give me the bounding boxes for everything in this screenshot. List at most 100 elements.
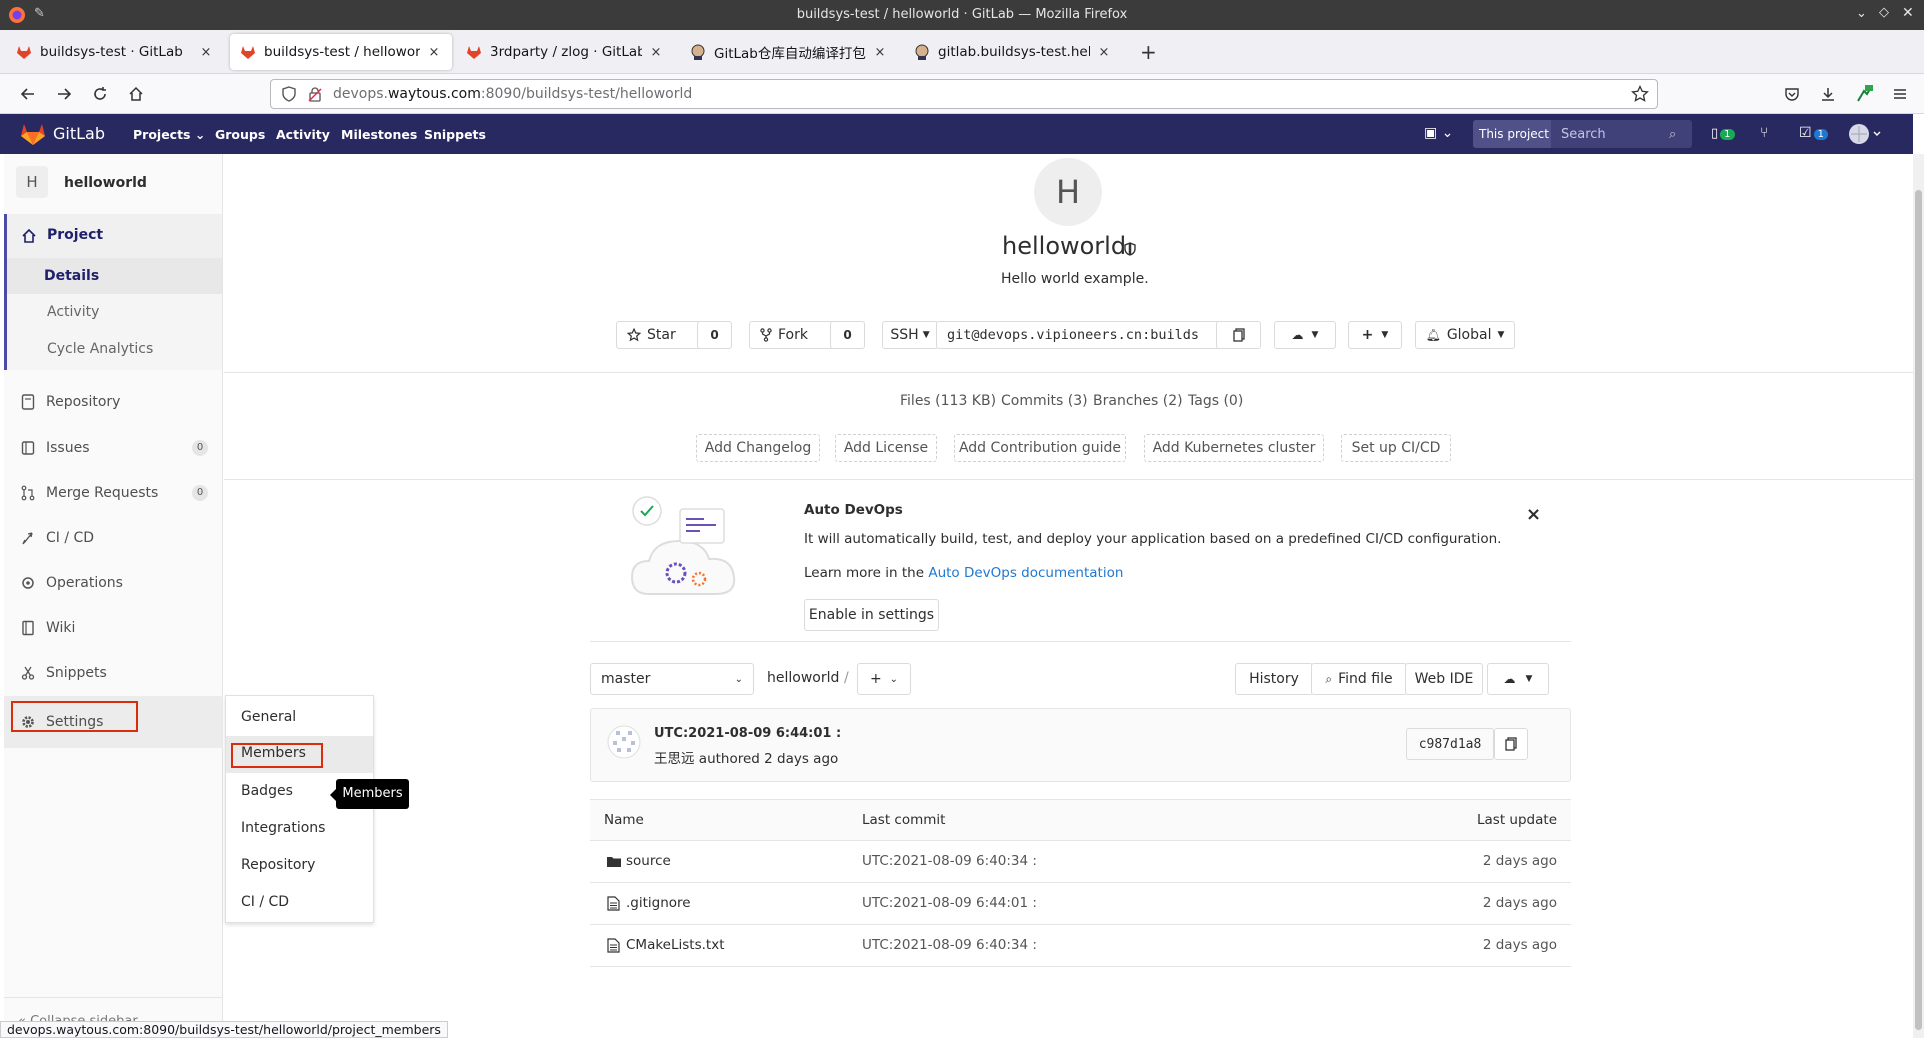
stat-tags[interactable]: Tags (0) [1188, 393, 1243, 409]
add-dropdown[interactable]: + ▼ [1348, 321, 1402, 349]
enable-in-settings-button[interactable]: Enable in settings [804, 599, 939, 631]
nav-activity[interactable]: Activity [276, 127, 330, 142]
star-count[interactable]: 0 [697, 321, 732, 349]
table-row[interactable]: CMakeLists.txt UTC:2021-08-09 6:40:34 : … [590, 925, 1571, 967]
search-box[interactable]: This project Search ⌕ [1473, 120, 1692, 148]
tab-close-icon[interactable]: × [198, 45, 214, 60]
tab-close-icon[interactable]: × [426, 45, 442, 60]
copy-sha-button[interactable] [1494, 728, 1528, 760]
tab-jenkins[interactable]: GitLab仓库自动编译打包 [Je × [680, 34, 898, 70]
merge-requests-icon[interactable]: ⑂ [1760, 125, 1768, 141]
maximize-icon[interactable]: ◇ [1879, 5, 1889, 20]
sidebar-item-project[interactable]: Project [4, 214, 222, 258]
issues-icon[interactable]: ▯ 1 [1711, 126, 1735, 141]
find-file-button[interactable]: ⌕ Find file [1311, 663, 1407, 695]
tab-zlog[interactable]: 3rdparty / zlog · GitLab × [456, 34, 674, 70]
add-license-button[interactable]: Add License [835, 434, 937, 462]
download-dropdown[interactable]: ☁ ▼ [1274, 321, 1336, 349]
file-name[interactable]: source [626, 853, 671, 869]
tab-buildsys-test[interactable]: buildsys-test · GitLab × [6, 34, 224, 70]
sidebar-item-issues[interactable]: Issues 0 [4, 428, 222, 468]
autodevops-docs-link[interactable]: Auto DevOps documentation [928, 565, 1123, 581]
sidebar-project-name[interactable]: helloworld [64, 175, 147, 191]
clone-url-input[interactable]: git@devops.vipioneers.cn:builds [936, 321, 1241, 349]
todos-icon[interactable]: ☑ 1 [1799, 125, 1828, 141]
file-name[interactable]: CMakeLists.txt [626, 937, 725, 953]
commit-title[interactable]: UTC:2021-08-09 6:44:01 : [654, 726, 841, 741]
tab-bar: buildsys-test · GitLab × buildsys-test /… [0, 30, 1924, 74]
tab-helloworld[interactable]: buildsys-test / helloworld · × [230, 34, 452, 70]
sidebar-item-ci-cd[interactable]: CI / CD [4, 518, 222, 558]
extension-icon[interactable] [1850, 80, 1878, 108]
page-scrollbar-thumb[interactable] [1915, 190, 1922, 1030]
pocket-icon[interactable] [1778, 80, 1806, 108]
sidebar-item-repository[interactable]: Repository [4, 382, 222, 422]
sidebar-item-operations[interactable]: Operations [4, 563, 222, 603]
add-to-tree-dropdown[interactable]: + ⌄ [857, 663, 911, 695]
new-tab-button[interactable]: + [1140, 40, 1157, 64]
sidebar-item-snippets[interactable]: Snippets [4, 653, 222, 693]
sidebar-item-activity[interactable]: Activity [47, 304, 99, 320]
notification-dropdown[interactable]: 🔔︎ Global ▼ [1415, 321, 1515, 349]
tab-close-icon[interactable]: × [1096, 45, 1112, 60]
downloads-icon[interactable] [1814, 80, 1842, 108]
commit-sha[interactable]: c987d1a8 [1406, 728, 1494, 760]
stat-branches[interactable]: Branches (2) [1093, 393, 1183, 409]
minimize-icon[interactable]: ⌄ [1856, 6, 1867, 21]
shield-icon[interactable] [281, 86, 297, 102]
setup-ci-cd-button[interactable]: Set up CI/CD [1341, 434, 1451, 462]
reload-icon[interactable] [86, 80, 114, 108]
stat-files[interactable]: Files (113 KB) [900, 393, 996, 409]
breadcrumb-path[interactable]: helloworld [767, 670, 839, 686]
close-window-icon[interactable]: ✕ [1902, 5, 1914, 21]
file-last-update: 2 days ago [1482, 895, 1557, 911]
bookmark-star-icon[interactable] [1631, 85, 1649, 103]
this-project-scope[interactable]: This project [1473, 120, 1551, 148]
home-icon[interactable] [122, 80, 150, 108]
home-icon [21, 228, 37, 244]
add-changelog-button[interactable]: Add Changelog [696, 434, 820, 462]
tab-jenkins-job[interactable]: gitlab.buildsys-test.hellow × [904, 34, 1122, 70]
sidebar-item-wiki[interactable]: Wiki [4, 608, 222, 648]
user-avatar[interactable] [1848, 123, 1882, 145]
cloud-gear-icon [20, 575, 36, 591]
nav-milestones[interactable]: Milestones [341, 127, 417, 142]
insecure-lock-icon[interactable] [307, 86, 323, 102]
file-name[interactable]: .gitignore [626, 895, 691, 911]
add-contribution-guide-button[interactable]: Add Contribution guide [954, 434, 1126, 462]
gitlab-brand[interactable]: GitLab [53, 124, 105, 143]
forward-icon[interactable] [50, 80, 78, 108]
new-item-icon[interactable]: ▣ ⌄ [1424, 125, 1453, 141]
tab-close-icon[interactable]: × [648, 45, 664, 60]
menu-icon[interactable] [1886, 80, 1914, 108]
commit-author-avatar[interactable] [607, 725, 641, 759]
download-source-dropdown[interactable]: ☁ ▼ [1487, 663, 1549, 695]
search-input[interactable]: Search [1561, 127, 1606, 142]
copy-url-button[interactable] [1216, 321, 1261, 349]
file-last-commit[interactable]: UTC:2021-08-09 6:40:34 : [862, 853, 1037, 869]
back-icon[interactable] [14, 80, 42, 108]
history-button[interactable]: History [1235, 663, 1313, 695]
nav-projects[interactable]: Projects ⌄ [133, 127, 205, 142]
add-kubernetes-cluster-button[interactable]: Add Kubernetes cluster [1144, 434, 1324, 462]
chevron-down-icon: ⌄ [889, 673, 899, 685]
nav-groups[interactable]: Groups [215, 127, 265, 142]
nav-snippets[interactable]: Snippets [424, 127, 486, 142]
url-bar[interactable]: devops.waytous.com:8090/buildsys-test/he… [270, 79, 1658, 109]
protocol-dropdown[interactable]: SSH ▼ [882, 321, 938, 349]
file-last-commit[interactable]: UTC:2021-08-09 6:44:01 : [862, 895, 1037, 911]
sidebar-item-merge-requests[interactable]: Merge Requests 0 [4, 473, 222, 513]
branch-selector[interactable]: master ⌄ [590, 663, 754, 695]
gitlab-logo-icon[interactable] [20, 122, 46, 146]
sidebar-item-details[interactable]: Details [7, 258, 222, 294]
file-last-commit[interactable]: UTC:2021-08-09 6:40:34 : [862, 937, 1037, 953]
autodevops-close-icon[interactable]: × [1526, 504, 1541, 525]
project-avatar[interactable]: H [16, 166, 48, 198]
table-row[interactable]: source UTC:2021-08-09 6:40:34 : 2 days a… [590, 841, 1571, 883]
web-ide-button[interactable]: Web IDE [1405, 663, 1483, 695]
tab-close-icon[interactable]: × [872, 45, 888, 60]
stat-commits[interactable]: Commits (3) [1001, 393, 1088, 409]
sidebar-item-cycle-analytics[interactable]: Cycle Analytics [47, 341, 153, 357]
table-row[interactable]: .gitignore UTC:2021-08-09 6:44:01 : 2 da… [590, 883, 1571, 925]
fork-count[interactable]: 0 [830, 321, 865, 349]
